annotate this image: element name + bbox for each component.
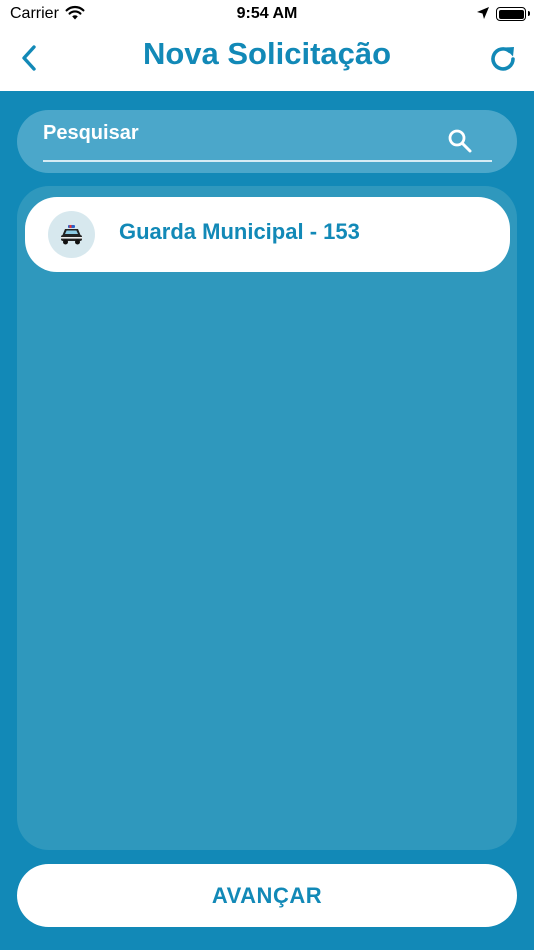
search-bar bbox=[17, 110, 517, 173]
advance-button[interactable]: AVANÇAR bbox=[17, 864, 517, 927]
location-arrow-icon bbox=[476, 6, 490, 25]
refresh-button[interactable] bbox=[486, 42, 520, 76]
services-list: Guarda Municipal - 153 bbox=[17, 186, 517, 850]
list-item-label: Guarda Municipal - 153 bbox=[119, 219, 360, 244]
page-title: Nova Solicitação bbox=[142, 36, 392, 71]
status-bar: Carrier 9:54 AM bbox=[0, 0, 534, 28]
battery-icon bbox=[496, 7, 530, 21]
search-underline bbox=[43, 160, 492, 162]
police-car-icon bbox=[61, 225, 82, 245]
header: Carrier 9:54 AM Nova Solicitação bbox=[0, 0, 534, 91]
navigation-bar: Nova Solicitação bbox=[0, 28, 534, 91]
search-input[interactable] bbox=[43, 118, 443, 148]
list-item[interactable]: Guarda Municipal - 153 bbox=[25, 197, 510, 272]
refresh-icon bbox=[491, 47, 515, 71]
search-icon[interactable] bbox=[447, 128, 473, 154]
clock: 9:54 AM bbox=[236, 5, 298, 22]
avatar bbox=[48, 211, 95, 258]
